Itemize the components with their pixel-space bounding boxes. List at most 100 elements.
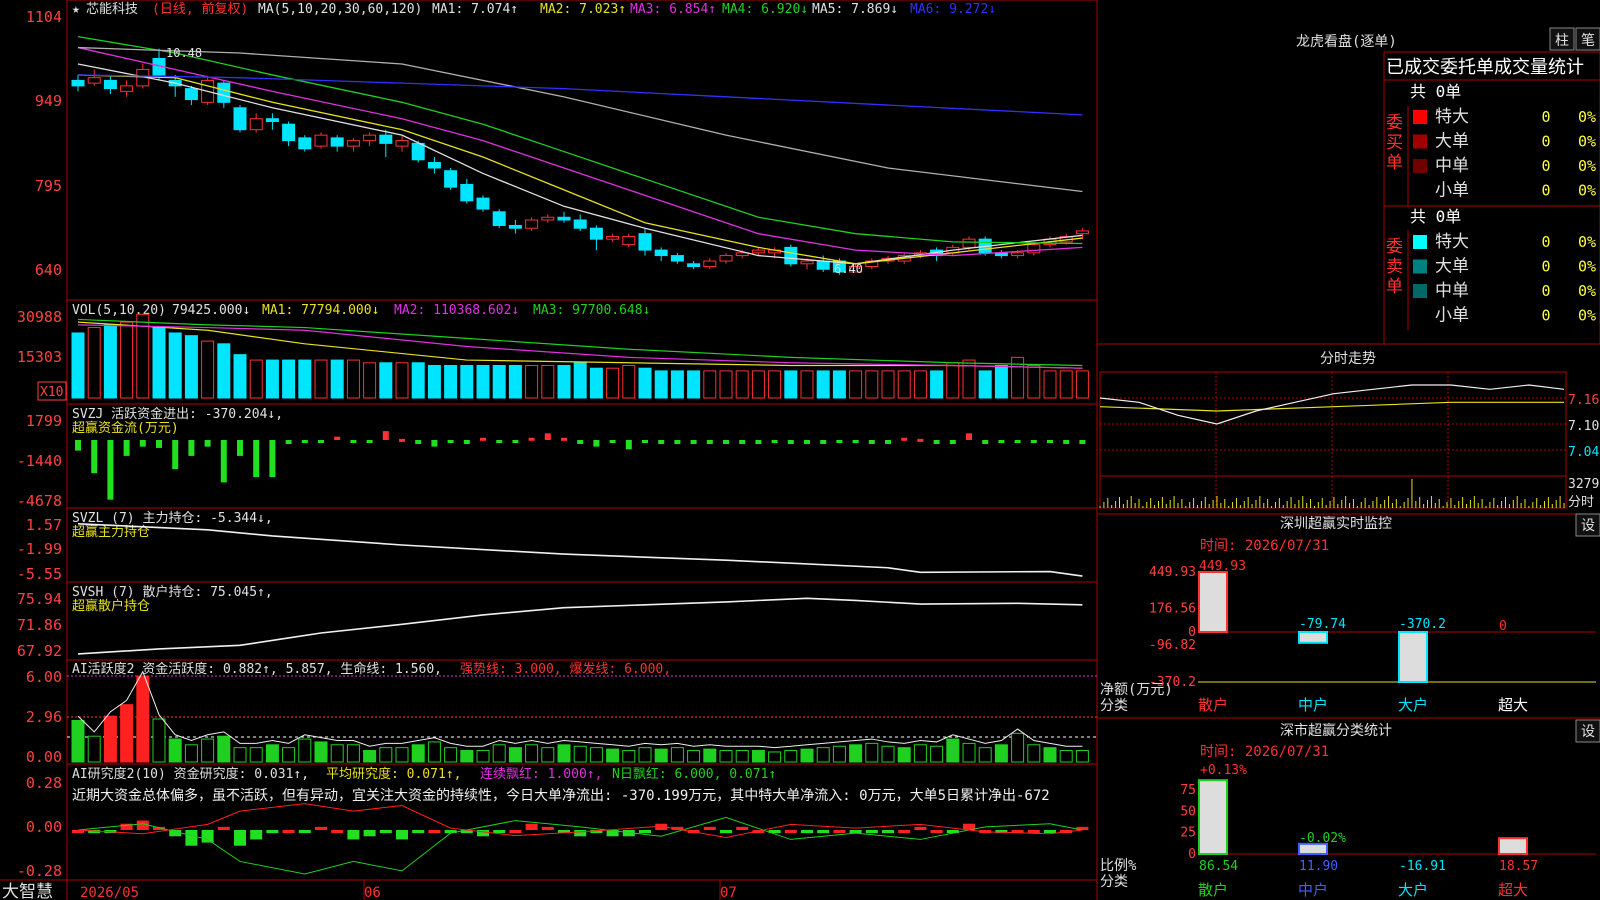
stat-title: 已成交委托单成交量统计 <box>1386 57 1584 78</box>
volume-bar <box>184 335 198 399</box>
candle <box>298 137 312 150</box>
ai2-group <box>72 803 1089 875</box>
ai2-bar <box>266 830 279 834</box>
candle <box>444 170 458 188</box>
intraday-vol-max: 3279 <box>1568 477 1599 492</box>
ai2-bar <box>1027 830 1040 833</box>
ai1-bar <box>962 742 976 763</box>
volume-bar <box>363 362 377 399</box>
y-tick: -5.55 <box>17 565 62 583</box>
ai2-bar <box>493 830 506 834</box>
svsh-line <box>77 597 1083 655</box>
volume-bar <box>395 362 409 399</box>
order-name: 中单 <box>1435 281 1469 301</box>
volume-bar <box>298 359 312 399</box>
volume-bar <box>719 370 733 399</box>
y-tick: 6.00 <box>26 668 62 686</box>
svzj-bar <box>723 440 729 444</box>
ai2-bar <box>331 830 344 833</box>
ai1-bar <box>460 750 474 763</box>
svzj-bar <box>771 440 778 443</box>
y-tick: 67.92 <box>17 642 62 660</box>
volume-bar <box>735 370 749 399</box>
order-swatch <box>1413 110 1427 124</box>
cls-category: 散户 <box>1198 881 1228 899</box>
ai2-bar <box>315 826 327 830</box>
svzj-bar <box>172 440 179 470</box>
ai2-bar <box>865 830 878 834</box>
volume-bar <box>1027 364 1041 399</box>
svzj-bar <box>301 440 308 443</box>
ai1-bar <box>881 745 895 763</box>
svzj-bar <box>690 440 697 444</box>
kline-chart-area[interactable]: 1104 949 795 640 ★ 芯能科技 (日线, 前复权) MA(5,1… <box>0 0 1600 900</box>
dragon-title: 龙虎看盘(逐单) <box>1296 33 1397 50</box>
period-label[interactable]: (日线, 前复权) <box>152 1 248 17</box>
ma5-value: MA5: 7.869↓ <box>812 2 898 17</box>
intraday-y: 7.04 <box>1568 445 1599 460</box>
ai2-bar <box>833 830 846 833</box>
svzj-bar <box>642 440 648 443</box>
svzj-bar <box>674 440 681 444</box>
candle <box>103 79 117 90</box>
order-value: 0 <box>1541 182 1550 200</box>
ai1-bar <box>330 744 344 763</box>
volume-bar <box>444 364 458 399</box>
ai1-bar <box>476 750 490 763</box>
candle <box>492 211 506 226</box>
volume-bar <box>168 332 182 399</box>
ai2-bar <box>217 826 230 830</box>
ai1-bar <box>670 747 684 763</box>
svzj-bar <box>237 440 243 456</box>
cls-y-tick: 25 <box>1180 826 1196 841</box>
ai1-bar <box>249 747 263 763</box>
svzj-bar <box>528 437 535 441</box>
cls-title: 深市超赢分类统计 <box>1280 722 1392 739</box>
intraday-unit: 分时 <box>1568 495 1594 510</box>
volume-bar <box>1059 370 1073 399</box>
sz-bar <box>1398 631 1428 683</box>
svzj-bar <box>123 440 130 456</box>
svzj-bar <box>204 440 211 447</box>
star-icon[interactable]: ★ <box>72 2 80 17</box>
cls-bar-chart: 75 50 25 086.54 散户 11.90 -0.02% 中户 -16.91 大户 18.57… <box>1180 779 1596 899</box>
order-name: 中单 <box>1435 156 1469 176</box>
svzj-bar <box>334 436 341 440</box>
ai1-bar <box>395 747 409 763</box>
ai1-bar <box>265 744 279 763</box>
sell-label: 委卖单 <box>1386 237 1403 297</box>
order-name: 小单 <box>1435 306 1469 326</box>
ai1-bar <box>832 745 846 763</box>
candle <box>541 216 555 221</box>
volume-bar <box>865 370 879 399</box>
order-value: 0 <box>1541 157 1550 175</box>
ai1-bar <box>849 744 863 763</box>
volume-bar <box>233 354 247 399</box>
y-tick: 1.57 <box>26 516 62 534</box>
ai1-bar <box>654 748 668 763</box>
high-label: 10.48 <box>166 46 202 60</box>
svzj-bar <box>885 440 891 444</box>
svzj-bar <box>544 433 551 440</box>
svzj-bar <box>366 440 373 443</box>
ma-line <box>77 35 1083 245</box>
candle <box>670 255 684 262</box>
ai2-bar <box>736 826 749 830</box>
svzl-line <box>77 522 1083 577</box>
svzj-bar <box>269 440 276 478</box>
sz-category: 中户 <box>1298 696 1328 714</box>
order-pct: 0% <box>1578 282 1596 300</box>
candle <box>638 233 652 251</box>
ai1-bar <box>1011 732 1025 763</box>
svzj-bar <box>868 440 875 444</box>
svzj-bar <box>577 440 584 444</box>
ai2-bar <box>720 830 732 834</box>
sz-bar <box>1198 571 1228 633</box>
candle <box>557 216 571 221</box>
svzj-bar <box>593 440 600 447</box>
volume-bar <box>492 364 506 399</box>
volume-bar <box>71 332 85 399</box>
candle <box>962 238 976 248</box>
order-name: 小单 <box>1435 181 1469 201</box>
svzj-bar <box>561 437 567 441</box>
